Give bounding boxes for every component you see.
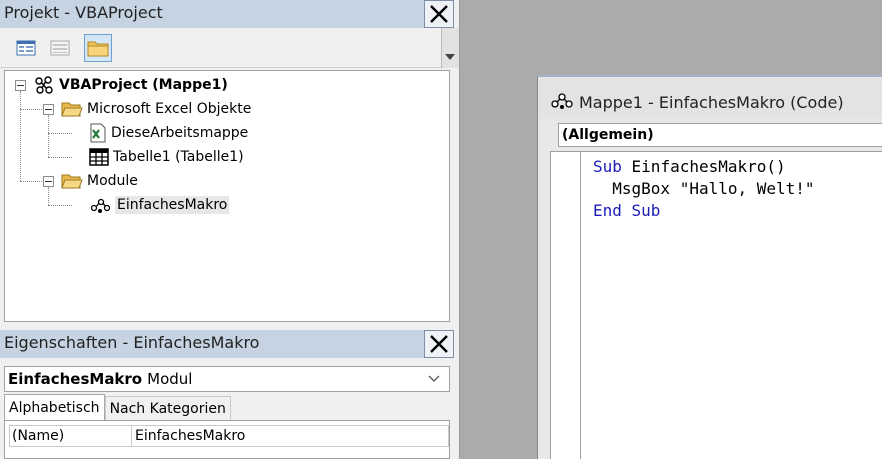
tree-item-label: DieseArbeitsmappe <box>111 125 249 141</box>
tab-categorized[interactable]: Nach Kategorien <box>104 396 231 420</box>
tree-connector <box>20 181 42 182</box>
left-dock: Projekt - VBAProject VBAProject (Mappe1)… <box>0 0 460 459</box>
property-name: (Name) <box>10 426 132 446</box>
close-icon <box>430 5 448 23</box>
tree-item-vbaproject[interactable]: VBAProject (Mappe1) <box>33 74 228 96</box>
tree-connector <box>20 109 42 110</box>
selected-object-name: EinfachesMakro <box>8 370 143 388</box>
tree-item-sheet[interactable]: Tabelle1 (Tabelle1) <box>89 146 244 168</box>
code-line: Sub EinfachesMakro() <box>593 156 815 178</box>
tree-item-label: Module <box>87 173 138 189</box>
property-value[interactable]: EinfachesMakro <box>132 426 245 446</box>
tree-item-label: VBAProject (Mappe1) <box>59 77 228 93</box>
properties-titlebar: Eigenschaften - EinfachesMakro <box>0 330 454 358</box>
properties-title: Eigenschaften - EinfachesMakro <box>4 333 260 352</box>
code-keyword: Sub <box>593 157 622 176</box>
tree-collapse-toggle[interactable] <box>43 104 54 115</box>
project-explorer-titlebar: Projekt - VBAProject <box>0 0 454 28</box>
project-toolbar-scrollbar[interactable] <box>441 28 459 68</box>
view-object-icon <box>50 40 70 56</box>
code-window: Mappe1 - EinfachesMakro (Code) (Allgemei… <box>537 75 882 459</box>
tree-item-label: EinfachesMakro <box>115 196 230 214</box>
toggle-folders-button[interactable] <box>84 34 112 62</box>
tab-alphabetic[interactable]: Alphabetisch <box>4 394 105 420</box>
tree-item-label: Tabelle1 (Tabelle1) <box>113 149 244 165</box>
tree-connector <box>48 157 72 158</box>
vba-project-icon <box>35 76 53 94</box>
scroll-down-icon <box>445 54 455 60</box>
project-tree: VBAProject (Mappe1) Microsoft Excel Obje… <box>4 70 450 322</box>
view-object-button[interactable] <box>46 34 74 62</box>
worksheet-icon <box>89 148 109 166</box>
properties-object-select[interactable]: EinfachesMakro Modul <box>4 366 450 392</box>
code-window-titlebar: Mappe1 - EinfachesMakro (Code) <box>538 77 882 119</box>
properties-close-button[interactable] <box>424 330 454 358</box>
object-select[interactable]: (Allgemein) <box>558 123 882 147</box>
project-explorer-title: Projekt - VBAProject <box>4 3 163 22</box>
tree-connector <box>20 91 21 181</box>
tree-connector <box>48 187 49 205</box>
module-icon <box>551 93 573 109</box>
open-folder-icon <box>61 174 83 189</box>
tree-item-workbook[interactable]: DieseArbeitsmappe <box>89 122 248 144</box>
tree-item-excel-objects[interactable]: Microsoft Excel Objekte <box>61 98 251 120</box>
view-code-button[interactable] <box>12 34 40 62</box>
code-token: EinfachesMakro() <box>621 157 786 176</box>
code-margin[interactable] <box>551 152 581 459</box>
properties-tabs: Alphabetisch Nach Kategorien <box>4 394 231 420</box>
view-code-icon <box>16 40 36 56</box>
properties-grid: (Name) EinfachesMakro <box>4 420 450 459</box>
selected-object-type: Modul <box>147 370 193 388</box>
module-icon <box>90 198 111 213</box>
tree-item-module[interactable]: EinfachesMakro <box>89 194 230 216</box>
tree-connector <box>48 115 49 157</box>
chevron-down-icon <box>428 375 440 382</box>
tree-item-label: Microsoft Excel Objekte <box>87 101 252 117</box>
tree-connector <box>48 133 72 134</box>
code-line: MsgBox "Hallo, Welt!" <box>593 179 815 198</box>
tree-collapse-toggle[interactable] <box>43 176 54 187</box>
code-line: End Sub <box>593 201 661 220</box>
folder-icon <box>87 41 109 57</box>
code-window-title: Mappe1 - EinfachesMakro (Code) <box>579 93 844 112</box>
code-editor[interactable]: Sub EinfachesMakro() MsgBox "Hallo, Welt… <box>550 151 882 459</box>
open-folder-icon <box>61 102 83 117</box>
property-row[interactable]: (Name) EinfachesMakro <box>9 425 449 447</box>
close-icon <box>430 335 448 353</box>
tree-item-modules[interactable]: Module <box>61 170 138 192</box>
project-explorer-toolbar <box>0 28 454 68</box>
code-text[interactable]: Sub EinfachesMakro() MsgBox "Hallo, Welt… <box>593 156 815 222</box>
project-explorer-close-button[interactable] <box>424 0 454 28</box>
excel-workbook-icon <box>90 123 106 143</box>
tree-connector <box>48 205 72 206</box>
tree-collapse-toggle[interactable] <box>15 80 26 91</box>
